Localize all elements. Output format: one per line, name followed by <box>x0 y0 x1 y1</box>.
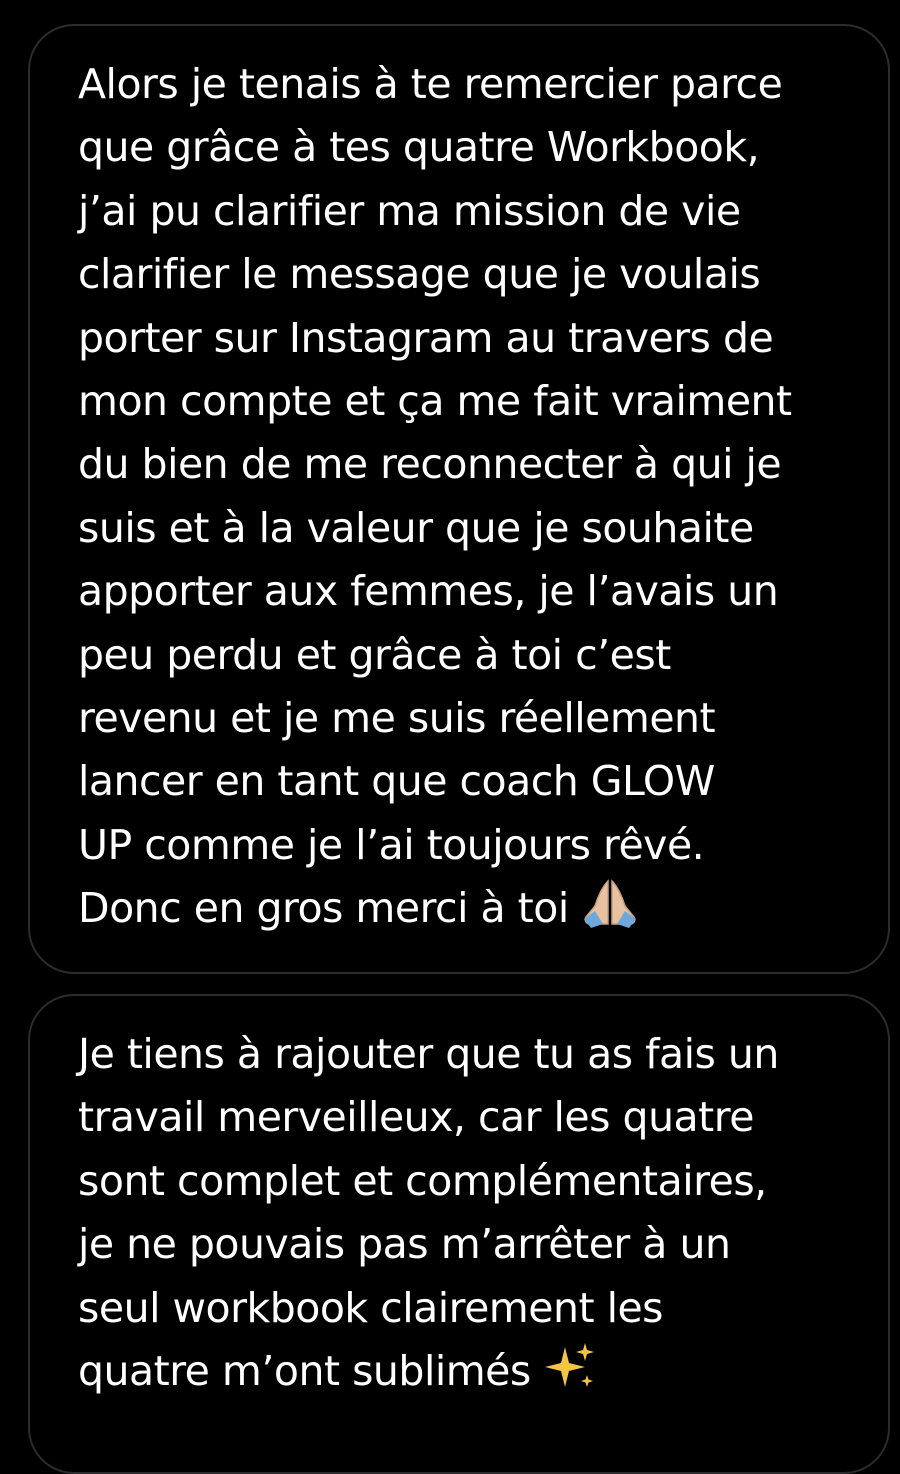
message-bubble[interactable]: Je tiens à rajouter que tu as fais un tr… <box>28 994 890 1474</box>
message-line: porter sur Instagram au travers de <box>78 313 774 362</box>
message-line: apporter aux femmes, je l’avais un <box>78 567 779 616</box>
message-line: lancer en tant que coach GLOW <box>78 757 715 806</box>
message-line: travail merveilleux, car les quatre <box>78 1093 754 1142</box>
message-line: clarifier le message que je voulais <box>78 250 761 299</box>
message-line: je ne pouvais pas m’arrêter à un <box>78 1220 731 1269</box>
message-line-text: quatre m’ont sublimés <box>78 1347 531 1396</box>
message-line-text: Donc en gros merci à toi <box>78 884 569 933</box>
message-line: sont complet et complémentaires, <box>78 1156 767 1205</box>
message-line: Alors je tenais à te remercier parce <box>78 60 783 108</box>
message-line: j’ai pu clarifier ma mission de vie <box>78 186 741 235</box>
message-line: Je tiens à rajouter que tu as fais un <box>78 1030 779 1078</box>
message-line: revenu et je me suis réellement <box>78 694 716 743</box>
message-line-last: quatre m’ont sublimés <box>78 1340 848 1409</box>
message-line: mon compte et ça me fait vraiment <box>78 377 792 426</box>
message-line: suis et à la valeur que je souhaite <box>78 503 754 552</box>
message-bubble[interactable]: Alors je tenais à te remercier parce que… <box>28 24 890 974</box>
message-line: du bien de me reconnecter à qui je <box>78 440 782 489</box>
sparkles-icon <box>541 1341 597 1409</box>
message-line: que grâce à tes quatre Workbook, <box>78 123 760 172</box>
message-line: peu perdu et grâce à toi c’est <box>78 630 671 679</box>
message-line: seul workbook clairement les <box>78 1283 664 1332</box>
message-line: UP comme je l’ai toujours rêvé. <box>78 820 705 869</box>
message-line-last: Donc en gros merci à toi <box>78 877 848 946</box>
folded-hands-icon <box>579 878 641 946</box>
